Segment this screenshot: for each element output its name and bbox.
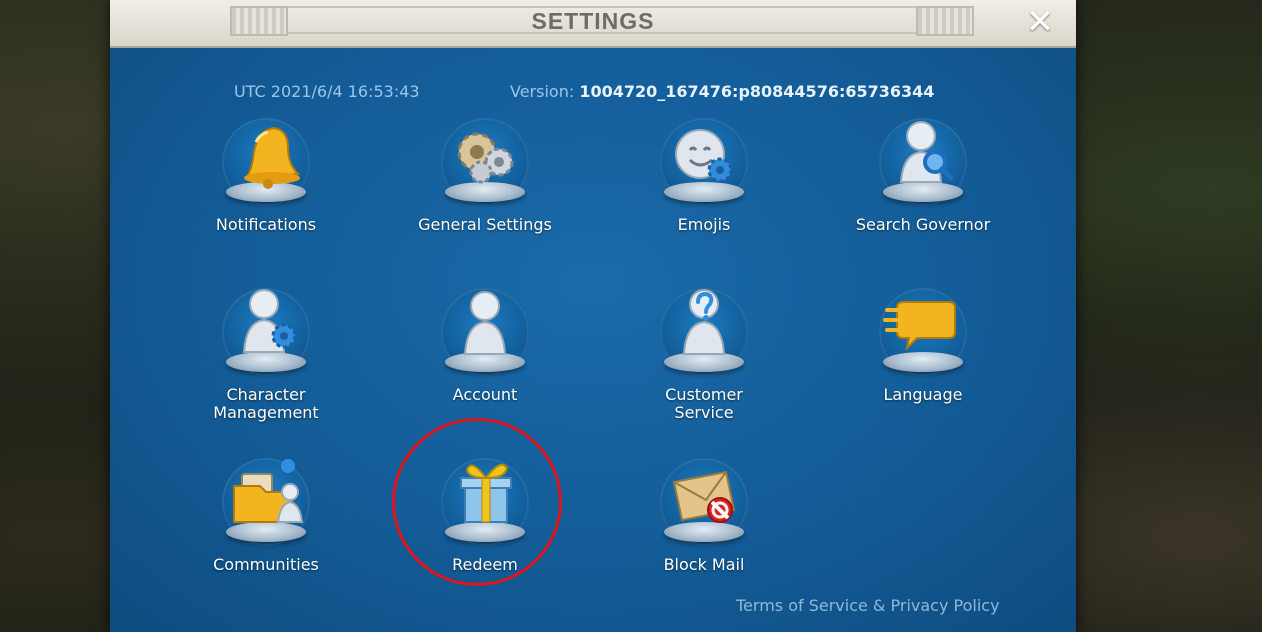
- close-button[interactable]: ✕: [1022, 5, 1058, 41]
- utc-time: UTC 2021/6/4 16:53:43: [234, 82, 420, 101]
- tile-customer-service[interactable]: Customer Service: [604, 282, 804, 422]
- tile-label: Account: [452, 385, 518, 404]
- character-gear-icon: [242, 289, 297, 353]
- version-value: 1004720_167476:p80844576:65736344: [579, 82, 935, 101]
- title-bar: SETTINGS ✕: [110, 0, 1076, 48]
- communities-icon: [233, 459, 304, 523]
- tile-label: Language: [883, 385, 963, 404]
- gears-icon: [457, 132, 514, 184]
- smiley-icon: [675, 129, 733, 183]
- tile-label: Search Governor: [855, 215, 991, 234]
- tile-block-mail[interactable]: Block Mail: [604, 452, 804, 574]
- tile-general-settings[interactable]: General Settings: [385, 112, 585, 234]
- customer-service-icon: [682, 289, 726, 355]
- tile-language[interactable]: Language: [823, 282, 1023, 404]
- search-governor-icon: [899, 121, 954, 183]
- tile-account[interactable]: Account: [385, 282, 585, 404]
- tile-label: General Settings: [418, 215, 552, 234]
- account-icon: [463, 291, 507, 355]
- tile-label: Notifications: [215, 215, 317, 234]
- tile-communities[interactable]: Communities: [166, 452, 366, 574]
- tile-search-governor[interactable]: Search Governor: [823, 112, 1023, 234]
- dialog-title: SETTINGS: [531, 8, 655, 34]
- tile-label: Block Mail: [663, 555, 745, 574]
- tile-label: Character Management: [213, 385, 319, 422]
- version-label: Version:: [510, 82, 580, 101]
- tile-notifications[interactable]: Notifications: [166, 112, 366, 234]
- tile-emojis[interactable]: Emojis: [604, 112, 804, 234]
- bell-icon: [243, 126, 301, 189]
- terms-privacy-link[interactable]: Terms of Service & Privacy Policy: [736, 596, 1000, 615]
- tile-label: Redeem: [452, 555, 518, 574]
- tile-label: Communities: [213, 555, 319, 574]
- gift-icon: [460, 463, 512, 523]
- blocked-mail-icon: [672, 470, 736, 523]
- settings-dialog: SETTINGS ✕ UTC 2021/6/4 16:53:43 Version…: [110, 0, 1076, 632]
- tile-label: Customer Service: [665, 385, 743, 422]
- tile-character-management[interactable]: Character Management: [166, 282, 366, 422]
- speech-bubble-icon: [883, 301, 956, 352]
- tile-label: Emojis: [677, 215, 731, 234]
- version-info: Version: 1004720_167476:p80844576:657363…: [510, 82, 934, 101]
- tile-redeem[interactable]: Redeem: [385, 452, 585, 574]
